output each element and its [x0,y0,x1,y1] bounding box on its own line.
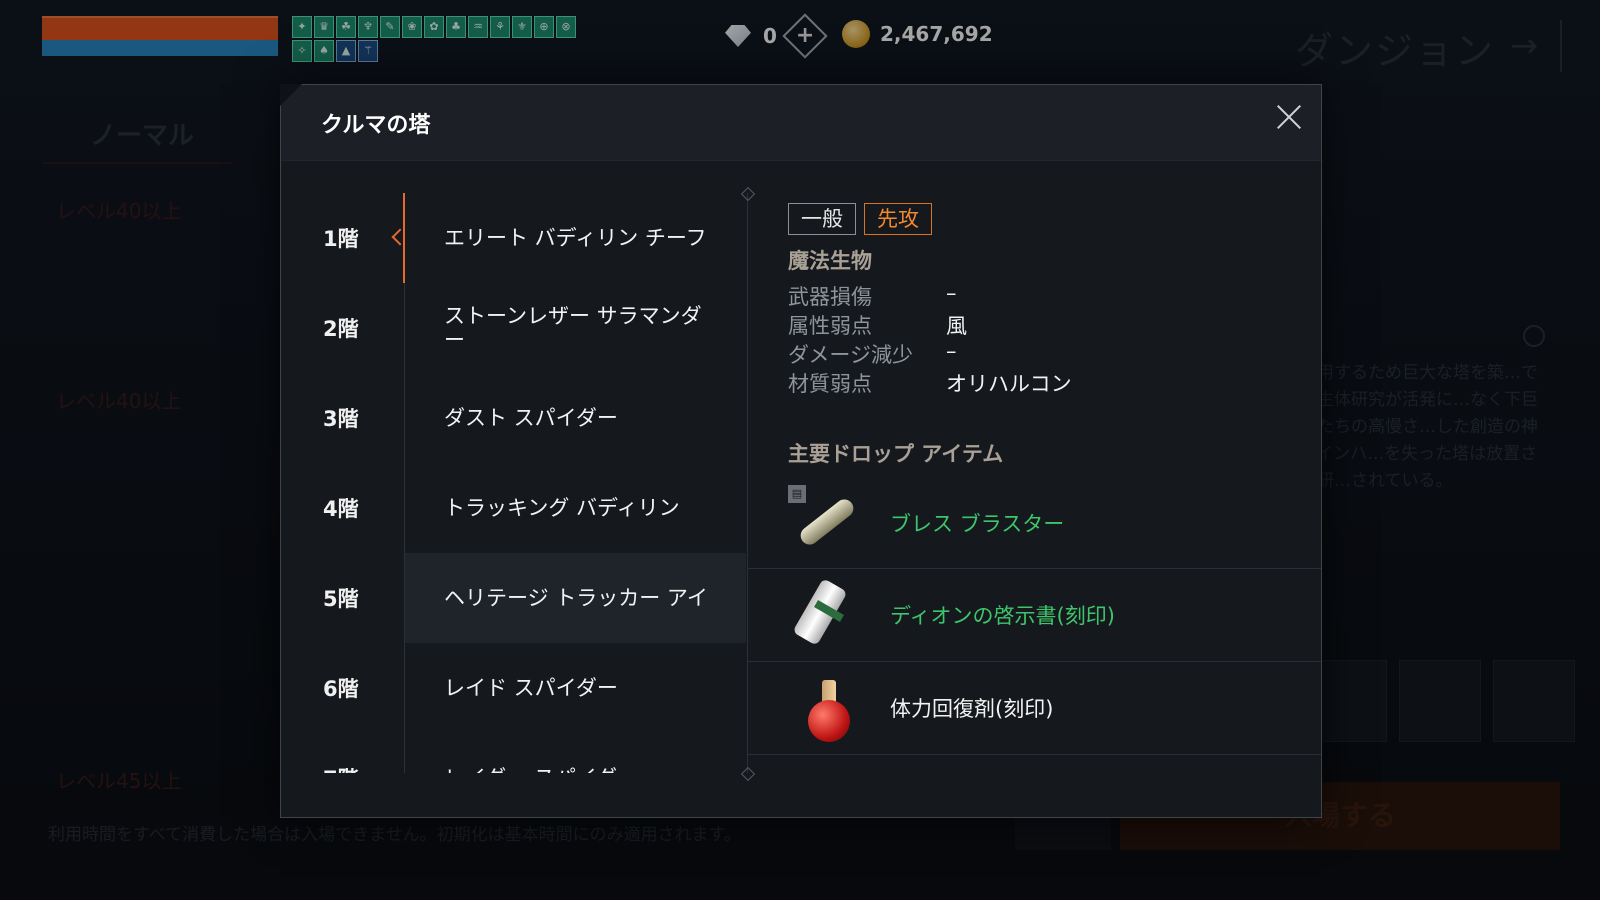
stat-label: 属性弱点 [788,314,872,338]
stat-value: オリハルコン [946,372,1072,396]
monster-name: レイダー スパイダー [404,733,746,773]
drop-item-row[interactable]: ▤ ブレス ブラスター [748,478,1321,569]
tag-preemptive: 先攻 [864,203,932,235]
stat-label: ダメージ減少 [788,343,913,367]
monster-name: トラッキング バディリン [444,496,680,520]
floor-row-4[interactable]: 4階 トラッキング バディリン [281,463,746,553]
floor-number: 3階 [323,407,359,431]
floor-row-3[interactable]: 3階 ダスト スパイダー [281,373,746,463]
floor-number: 4階 [323,497,359,521]
floor-number: 2階 [323,317,359,341]
floor-row-7[interactable]: 7階 レイダー スパイダー [281,733,746,773]
item-name: ディオンの啓示書(刻印) [890,604,1115,628]
book-badge-icon: ▤ [788,485,806,503]
modal-title: クルマの塔 [321,113,431,138]
monster-category: 魔法生物 [788,249,872,273]
stat-row: ダメージ減少 – [788,339,1072,368]
floor-row-2[interactable]: 2階 ストーンレザー サラマンダー [281,283,746,373]
monster-name: エリート バディリン チーフ [444,226,707,250]
scroll-icon [788,577,864,653]
blaster-shape [797,495,857,549]
drop-item-list: ▤ ブレス ブラスター ディオンの啓示書(刻印) 体力回復剤(刻印) [748,478,1321,755]
corner-cut [280,84,302,106]
monster-name: ストーンレザー サラマンダー [444,304,702,352]
stat-label: 材質弱点 [788,372,872,396]
drop-items-title: 主要ドロップ アイテム [788,442,1004,466]
floor-number: 7階 [281,763,404,773]
item-name: ブレス ブラスター [890,512,1065,536]
drop-item-row[interactable]: 体力回復剤(刻印) [748,662,1321,755]
tower-info-modal: クルマの塔 1階 エリート バディリン チーフ 2階 ストーンレザー サラマンダ… [280,84,1322,818]
floor-row-6[interactable]: 6階 レイド スパイダー [281,643,746,733]
stat-value: 風 [946,314,967,338]
monster-name: レイド スパイダー [444,676,618,700]
floor-row-5[interactable]: 5階 ヘリテージ トラッカー アイ [281,553,746,643]
floor-row-1[interactable]: 1階 エリート バディリン チーフ [281,193,746,283]
monster-detail-panel[interactable]: 一般 先攻 魔法生物 武器損傷 – 属性弱点 風 ダメージ減少 – 材質弱点 オ… [748,193,1321,773]
stat-row: 材質弱点 オリハルコン [788,368,1072,397]
potion-body [808,700,850,742]
floor-number: 6階 [323,677,359,701]
monster-stats: 武器損傷 – 属性弱点 風 ダメージ減少 – 材質弱点 オリハルコン [788,281,1072,397]
drop-item-row[interactable]: ディオンの啓示書(刻印) [748,569,1321,662]
monster-name: ダスト スパイダー [444,406,618,430]
stat-row: 武器損傷 – [788,281,1072,310]
monster-tags: 一般 先攻 [788,203,932,235]
tag-general: 一般 [788,203,856,235]
stat-row: 属性弱点 風 [788,310,1072,339]
close-button[interactable] [1271,99,1307,135]
item-name: 体力回復剤(刻印) [890,697,1054,721]
stat-value: – [946,339,957,363]
floor-list[interactable]: 1階 エリート バディリン チーフ 2階 ストーンレザー サラマンダー 3階 ダ… [281,193,746,773]
floor-number: 1階 [323,227,359,251]
stat-value: – [946,281,957,305]
floor-number: 5階 [323,587,359,611]
monster-name: ヘリテージ トラッカー アイ [404,553,746,643]
potion-icon [788,670,864,746]
stat-label: 武器損傷 [788,285,872,309]
modal-header: クルマの塔 [280,84,1321,161]
blaster-icon: ▤ [788,485,864,561]
